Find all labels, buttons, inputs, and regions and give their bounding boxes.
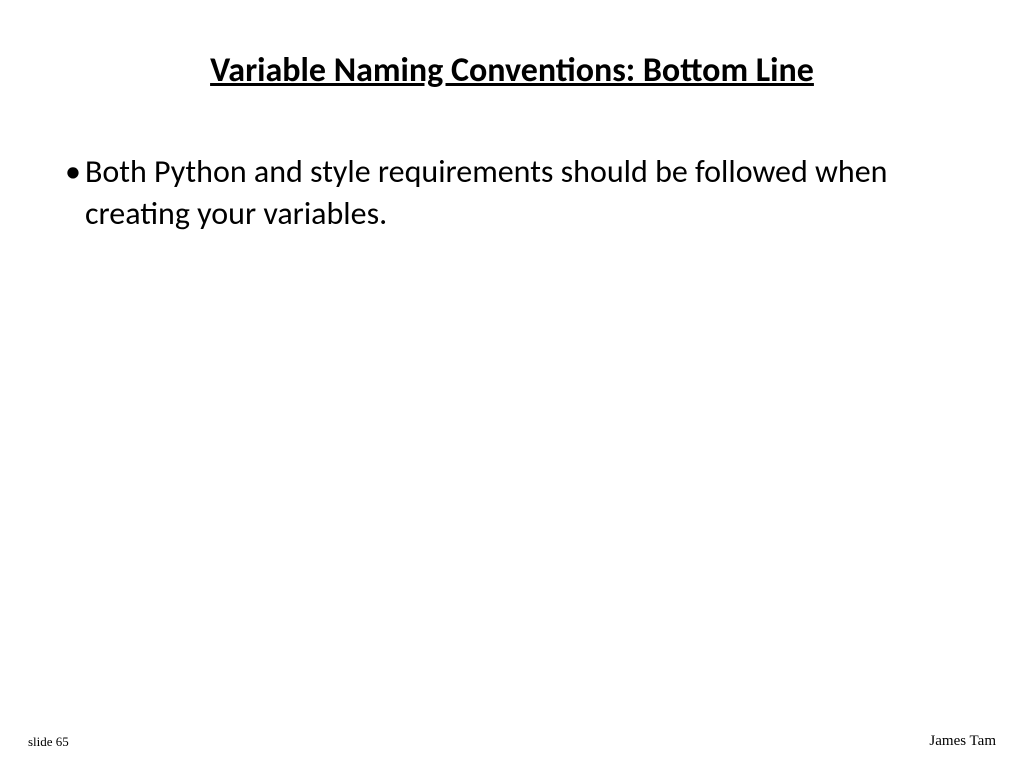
bullet-text: Both Python and style requirements shoul… [85, 152, 887, 233]
footer-author: James Tam [929, 733, 996, 750]
bullet-item: • Both Python and style requirements sho… [65, 151, 984, 234]
slide-content: • Both Python and style requirements sho… [0, 121, 1024, 234]
slide-title: Variable Naming Conventions: Bottom Line [0, 0, 1024, 121]
footer-slide-number: slide 65 [28, 734, 69, 750]
bullet-marker-icon: • [65, 151, 81, 193]
